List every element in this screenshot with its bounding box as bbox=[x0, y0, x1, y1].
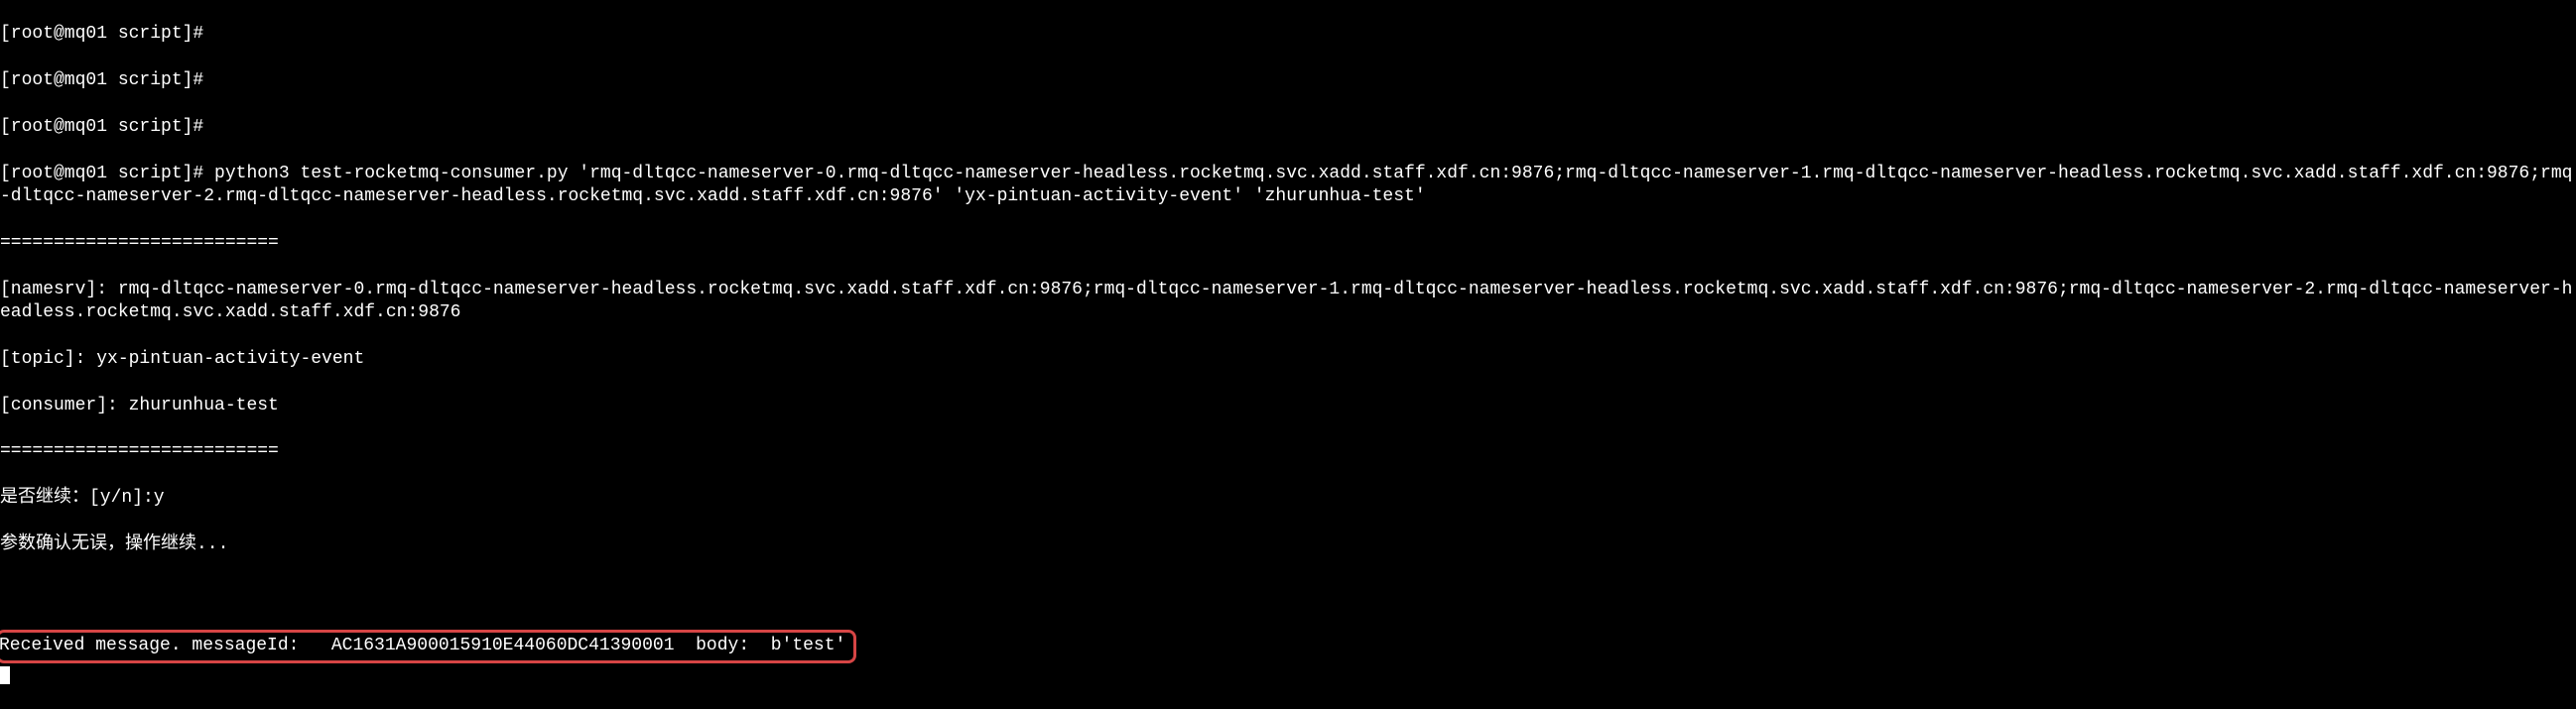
blank-line bbox=[0, 580, 2576, 603]
confirm-msg-line: 参数确认无误，操作继续... bbox=[0, 533, 2576, 556]
prompt-line: [root@mq01 script]# bbox=[0, 69, 2576, 92]
command-line: [root@mq01 script]# python3 test-rocketm… bbox=[0, 163, 2576, 209]
received-message-highlight: Received message. messageId: AC1631A9000… bbox=[0, 630, 856, 662]
prompt-line: [root@mq01 script]# bbox=[0, 116, 2576, 139]
topic-output: [topic]: yx-pintuan-activity-event bbox=[0, 348, 2576, 371]
prompt-line: [root@mq01 script]# bbox=[0, 23, 2576, 46]
received-message-text: Received message. messageId: AC1631A9000… bbox=[0, 636, 845, 655]
separator-line: ========================== bbox=[0, 232, 2576, 255]
consumer-output: [consumer]: zhurunhua-test bbox=[0, 395, 2576, 417]
terminal-cursor bbox=[0, 666, 10, 684]
confirm-prompt-line: 是否继续：[y/n]:y bbox=[0, 487, 2576, 510]
terminal-output[interactable]: [root@mq01 script]# [root@mq01 script]# … bbox=[0, 0, 2576, 709]
namesrv-output: [namesrv]: rmq-dltqcc-nameserver-0.rmq-d… bbox=[0, 279, 2576, 325]
separator-line: ========================== bbox=[0, 440, 2576, 463]
